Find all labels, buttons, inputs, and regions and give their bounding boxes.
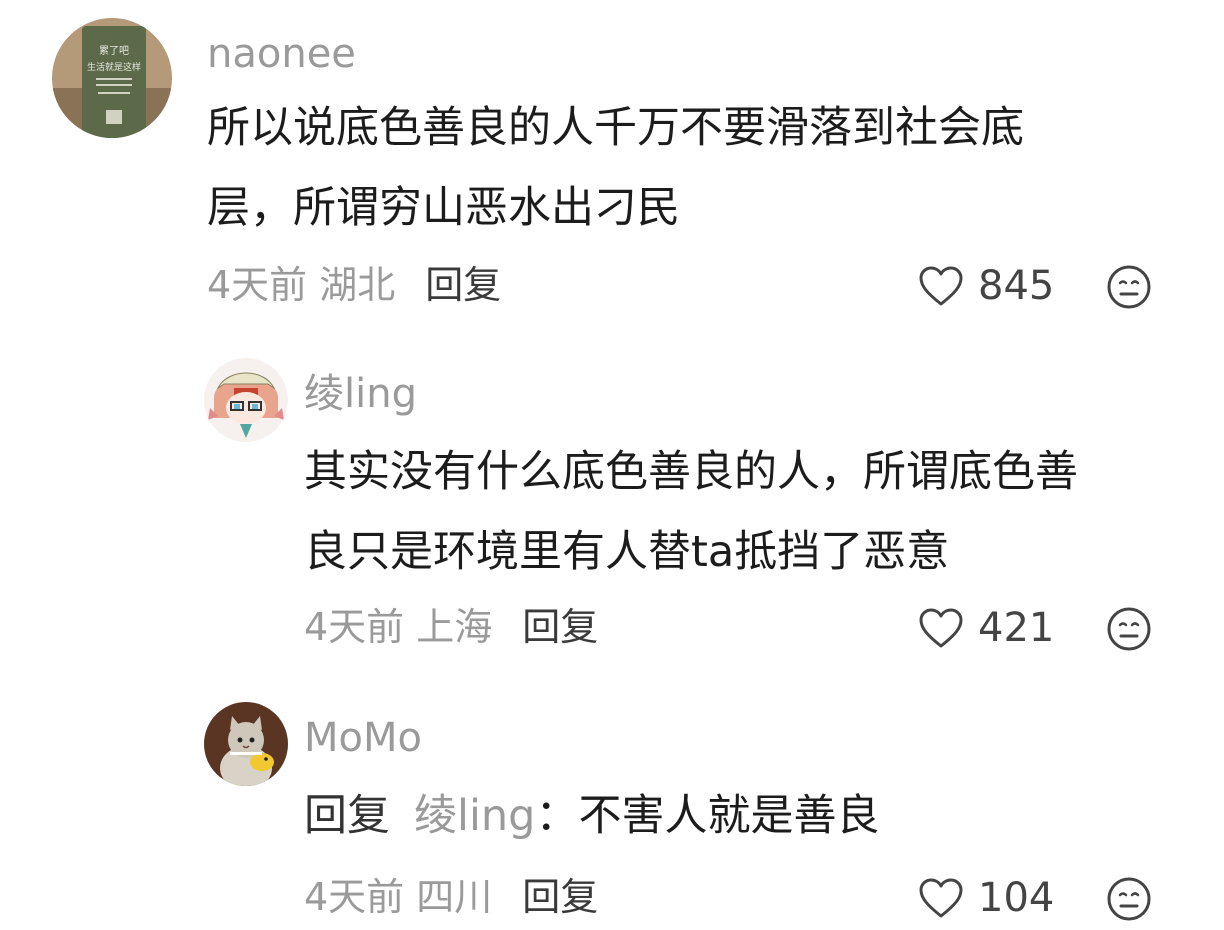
comment-location: 上海 [416, 605, 493, 649]
comment-meta: 4天前 湖北 回复 [207, 262, 501, 308]
heart-outline-icon [919, 608, 963, 648]
comment-meta: 4天前 四川 回复 [304, 874, 598, 920]
like-button[interactable]: 104 [918, 874, 1054, 922]
comment-text-line: 其实没有什么底色善良的人，所谓底色善 [304, 447, 1078, 497]
reply-target-username[interactable]: 绫ling [414, 791, 535, 841]
reply-button[interactable]: 回复 [425, 263, 501, 307]
comment-text: 所以说底色善良的人千万不要滑落到社会底 层，所谓穷山恶水出刁民 [207, 88, 1127, 248]
neutral-face-icon[interactable] [1106, 264, 1152, 310]
comment-text-line: 所以说底色善良的人千万不要滑落到社会底 [207, 103, 1024, 153]
comment-username[interactable]: MoMo [304, 714, 422, 762]
like-button[interactable]: 845 [918, 262, 1054, 310]
comment-text-line: 层，所谓穷山恶水出刁民 [207, 183, 680, 233]
comment-time: 4天前 [304, 875, 405, 919]
like-button[interactable]: 421 [918, 604, 1054, 652]
reply-colon: ： [535, 791, 579, 841]
comment-time: 4天前 [304, 605, 405, 649]
like-count: 421 [978, 605, 1055, 651]
avatar-sign-text: 累了吧 [99, 45, 129, 57]
comment-location: 湖北 [319, 263, 396, 307]
comment-meta: 4天前 上海 回复 [304, 604, 598, 650]
neutral-face-icon[interactable] [1106, 606, 1152, 652]
neutral-face-icon[interactable] [1106, 876, 1152, 922]
comment-text-line: 不害人就是善良 [578, 791, 880, 841]
comment-username[interactable]: 绫ling [304, 370, 417, 418]
avatar-sign-text: 生活就是这样 [87, 61, 141, 73]
comment-location: 四川 [416, 875, 493, 919]
reply-button[interactable]: 回复 [522, 875, 598, 919]
avatar[interactable] [204, 702, 288, 786]
avatar[interactable]: 累了吧 生活就是这样 [52, 18, 172, 138]
comment-text-line: 良只是环境里有人替ta抵挡了恶意 [304, 527, 950, 577]
like-count: 104 [978, 875, 1055, 921]
like-count: 845 [978, 263, 1055, 309]
heart-outline-icon [919, 266, 963, 306]
heart-outline-icon [919, 878, 963, 918]
reply-button[interactable]: 回复 [522, 605, 598, 649]
avatar[interactable] [204, 358, 288, 442]
anime-avatar-image [204, 358, 288, 442]
reply-prefix: 回复 [304, 791, 390, 841]
comment-time: 4天前 [207, 263, 308, 307]
cat-avatar-image [204, 702, 288, 786]
comment-username[interactable]: naonee [207, 30, 356, 78]
avatar-sign-image: 累了吧 生活就是这样 [52, 18, 172, 138]
comment-text: 回复 绫ling：不害人就是善良 [304, 776, 1184, 856]
comment-text: 其实没有什么底色善良的人，所谓底色善 良只是环境里有人替ta抵挡了恶意 [304, 432, 1184, 592]
